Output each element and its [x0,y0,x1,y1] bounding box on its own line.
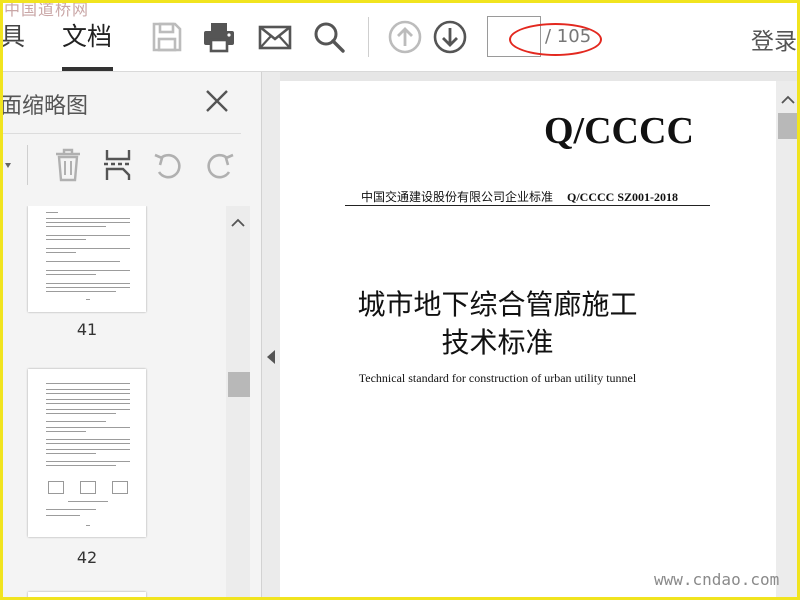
watermark-bottom: www.cndao.com [654,570,780,589]
login-link[interactable]: 登录 [751,22,797,56]
thumbnail-sidebar: 面缩略图 41 42 [0,72,262,600]
sidebar-tool-separator [27,145,28,185]
rotate-right-button[interactable] [203,147,237,183]
delete-icon [56,148,80,182]
toolbar-separator [368,17,369,57]
document-title-line1: 城市地下综合管廊施工 [357,288,638,321]
print-icon [204,23,234,53]
insert-page-button[interactable] [101,147,135,183]
document-standard-number: Q/CCCC SZ001-2018 [567,190,679,204]
toolbar: 具 文档 / 105 登录 [0,0,800,72]
sidebar-title: 面缩略图 [0,94,89,119]
page-number-input[interactable] [487,16,541,57]
panel-splitter[interactable] [262,72,280,600]
thumbnail-list: 41 42 [0,206,226,600]
thumbnail-page[interactable] [28,592,146,600]
document-page: Q/CCCC 中国交通建设股份有限公司企业标准 Q/CCCC SZ001-2018… [280,81,776,600]
page-down-icon [433,20,467,54]
thumbnail-page[interactable] [28,369,146,537]
page-up-icon [388,20,422,54]
previous-page-button[interactable] [387,19,423,55]
save-icon [152,22,182,52]
document-english-title: Technical standard for construction of u… [358,371,637,385]
delete-page-button[interactable] [51,147,85,183]
sidebar-scroll-thumb[interactable] [228,372,250,397]
active-tab-indicator [62,67,113,71]
rotate-left-button[interactable] [151,147,185,183]
close-sidebar-button[interactable] [203,87,231,115]
document-organization: 中国交通建设股份有限公司企业标准 [361,190,554,204]
thumbnail-page-label: 41 [76,320,98,339]
document-viewer: Q/CCCC 中国交通建设股份有限公司企业标准 Q/CCCC SZ001-2018… [280,72,800,600]
scroll-up-icon[interactable] [231,218,245,228]
document-scroll-thumb[interactable] [778,113,798,139]
dropdown-icon [5,163,11,168]
sidebar-scrollbar[interactable] [226,206,250,600]
email-button[interactable] [257,19,293,55]
save-button[interactable] [149,19,185,55]
page-total: / 105 [545,26,592,47]
document-scrollbar[interactable] [776,81,800,600]
close-icon [206,90,228,112]
document-title-line2: 技术标准 [441,326,554,359]
tab-document[interactable]: 文档 [62,20,112,54]
tab-tools[interactable]: 具 [0,20,25,54]
thumbnail-page-label: 42 [76,548,98,567]
search-button[interactable] [311,19,347,55]
rotate-right-icon [207,153,234,179]
next-page-button[interactable] [432,19,468,55]
document-title: 城市地下综合管廊施工 技术标准 [340,286,655,362]
insert-page-icon [104,150,132,180]
search-icon [314,22,345,53]
thumbnail-page[interactable] [28,206,146,312]
watermark-top: 中国道桥网 [4,0,90,19]
sidebar-divider [0,133,241,134]
collapse-sidebar-icon[interactable] [266,349,276,365]
thumbnail-options-dropdown[interactable] [0,147,12,183]
document-rule [345,205,710,206]
document-standard-code: Q/CCCC [544,110,694,152]
rotate-left-icon [154,153,181,179]
email-icon [258,25,292,50]
scroll-up-icon[interactable] [781,95,795,105]
print-button[interactable] [201,19,237,55]
document-standard-line: 中国交通建设股份有限公司企业标准 Q/CCCC SZ001-2018 [361,188,678,205]
